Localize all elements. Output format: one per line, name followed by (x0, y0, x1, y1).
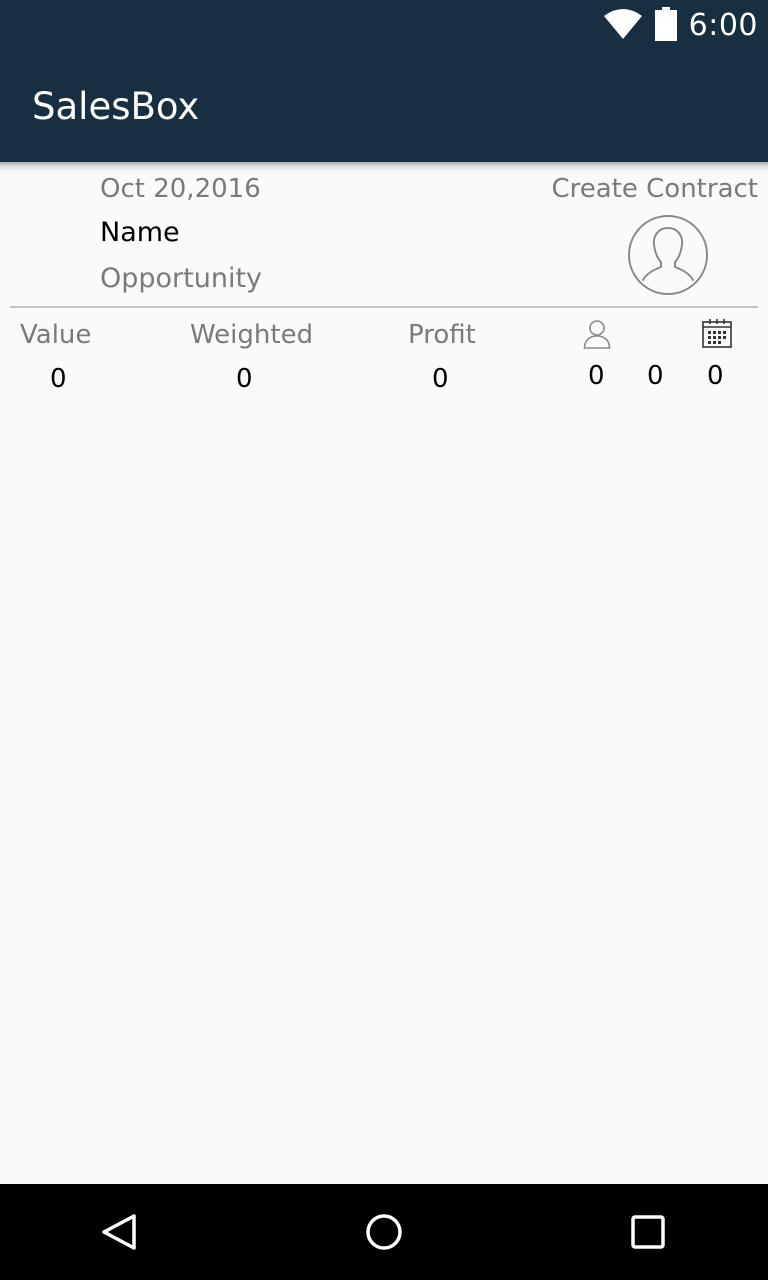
calendar-icon (702, 318, 732, 352)
contacts-count: 0 (588, 361, 605, 391)
home-icon[interactable] (360, 1208, 408, 1256)
wifi-icon (603, 8, 643, 44)
header-divider (10, 306, 758, 308)
opportunity-name: Name (100, 217, 180, 248)
app-screen: 6:00 SalesBox Oct 20,2016 Name Opportuni… (0, 0, 768, 1280)
battery-icon (654, 7, 677, 45)
person-icon (583, 319, 611, 353)
back-icon[interactable] (96, 1208, 144, 1256)
middle-count: 0 (647, 361, 664, 391)
profit-label: Profit (408, 320, 476, 350)
calendar-count: 0 (707, 361, 724, 391)
app-title: SalesBox (32, 85, 200, 128)
weighted-label: Weighted (190, 320, 314, 350)
avatar-placeholder-icon[interactable] (627, 214, 709, 296)
status-bar: 6:00 (0, 0, 768, 52)
status-time: 6:00 (688, 8, 758, 43)
weighted-amount: 0 (236, 364, 253, 394)
status-icons: 6:00 (603, 7, 758, 45)
create-contract-button[interactable]: Create Contract (551, 172, 758, 206)
app-bar: SalesBox (0, 52, 768, 162)
recents-icon[interactable] (624, 1208, 672, 1256)
profit-amount: 0 (432, 364, 449, 394)
opportunity-date: Oct 20,2016 (100, 174, 261, 204)
value-amount: 0 (50, 364, 67, 394)
navigation-bar (0, 1184, 768, 1280)
opportunity-header: Oct 20,2016 Name Opportunity Create Cont… (0, 168, 768, 308)
opportunity-label: Opportunity (100, 263, 263, 294)
value-label: Value (20, 320, 92, 350)
